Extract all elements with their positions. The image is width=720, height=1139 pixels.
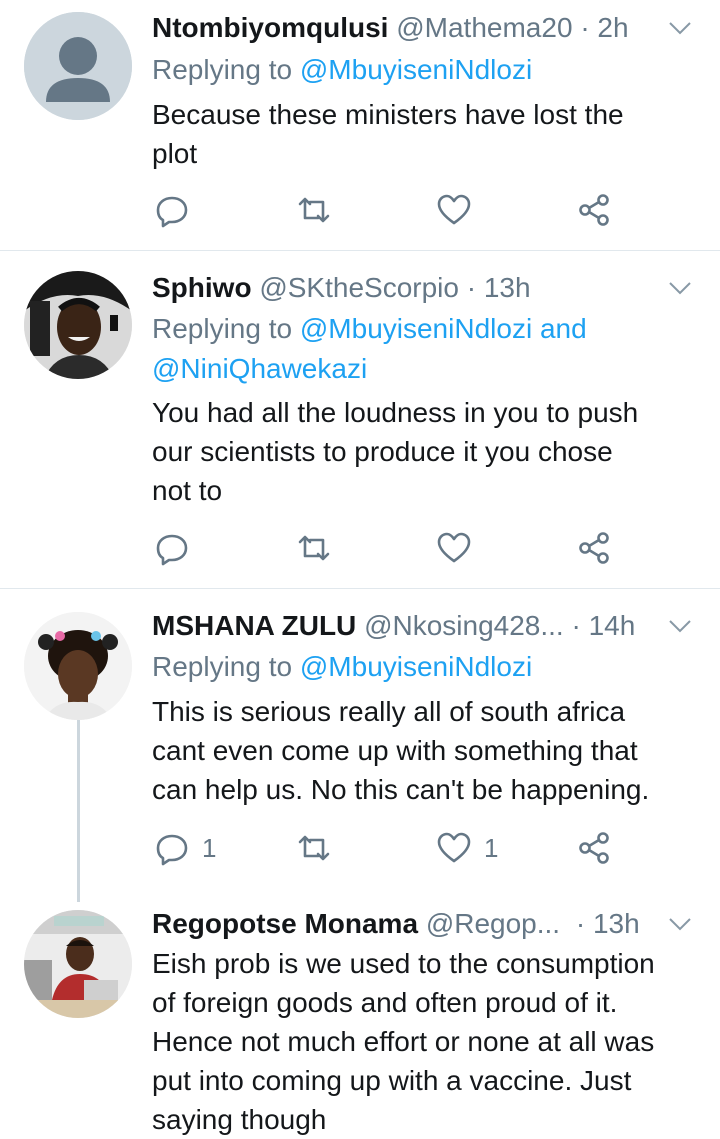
tweet-header: Sphiwo @SKtheScorpio · 13h bbox=[152, 268, 690, 308]
reply-count: 1 bbox=[202, 832, 217, 863]
reply-button[interactable] bbox=[154, 190, 202, 230]
user-handle[interactable]: @Mathema20 bbox=[396, 12, 572, 43]
share-icon bbox=[579, 832, 609, 864]
chevron-down-icon[interactable] bbox=[668, 618, 692, 634]
tweet-text-line: Because these ministers have lost the bbox=[152, 99, 624, 130]
tweet-text-line: put into coming up with a vaccine. Just bbox=[152, 1065, 632, 1096]
heart-icon bbox=[437, 832, 471, 863]
heart-icon bbox=[437, 194, 471, 225]
heart-icon bbox=[437, 532, 471, 563]
action-bar bbox=[152, 190, 632, 230]
like-count: 1 bbox=[484, 832, 499, 863]
replying-to-label: Replying to bbox=[152, 54, 293, 85]
display-name[interactable]: Ntombiyomqulusi bbox=[152, 12, 388, 43]
tweet-text-line: You had all the loudness in you to push bbox=[152, 397, 639, 428]
user-handle[interactable]: @Nkosing428... bbox=[364, 610, 564, 641]
mention-link[interactable]: @MbuyiseniNdlozi bbox=[300, 54, 532, 85]
display-name[interactable]: Sphiwo bbox=[152, 272, 252, 303]
replying-to: Replying to @MbuyiseniNdlozi bbox=[152, 647, 700, 687]
chevron-down-icon[interactable] bbox=[668, 280, 692, 296]
tweet-text-line: of foreign goods and often proud of it. bbox=[152, 987, 618, 1018]
timestamp[interactable]: 13h bbox=[593, 908, 640, 939]
retweet-icon bbox=[298, 197, 330, 223]
display-name[interactable]: MSHANA ZULU bbox=[152, 610, 356, 641]
tweet-text: Eish prob is we used to the consumption … bbox=[152, 944, 700, 1139]
avatar[interactable] bbox=[24, 910, 132, 1018]
separator-dot: · bbox=[575, 908, 586, 939]
share-button[interactable] bbox=[578, 190, 612, 230]
tweet-text-line: can help us. No this can't be happening. bbox=[152, 774, 650, 805]
timestamp[interactable]: 2h bbox=[597, 12, 628, 43]
reply-icon bbox=[156, 196, 188, 228]
mention-link[interactable]: @MbuyiseniNdlozi bbox=[300, 313, 532, 344]
profile-photo bbox=[24, 271, 132, 379]
profile-photo bbox=[24, 910, 132, 1018]
tweet-header: MSHANA ZULU @Nkosing428... · 14h bbox=[152, 606, 690, 646]
default-avatar-icon bbox=[24, 12, 132, 120]
replying-to-label: Replying to bbox=[152, 313, 293, 344]
tweet-divider bbox=[0, 588, 720, 589]
tweet-text: You had all the loudness in you to push … bbox=[152, 393, 700, 510]
share-button[interactable] bbox=[578, 528, 612, 568]
tweet-text-line: Hence not much effort or none at all was bbox=[152, 1026, 655, 1057]
tweet-text-line: plot bbox=[152, 138, 198, 169]
tweet-text-line: Eish prob is we used to the consumption bbox=[152, 948, 655, 979]
replying-to: Replying to @MbuyiseniNdlozi bbox=[152, 50, 700, 90]
tweet-header: Ntombiyomqulusi @Mathema20 · 2h bbox=[152, 8, 690, 48]
separator-dot: · bbox=[571, 610, 581, 641]
retweet-icon bbox=[298, 835, 330, 861]
retweet-button[interactable] bbox=[296, 528, 332, 568]
retweet-icon bbox=[298, 535, 330, 561]
retweet-button[interactable] bbox=[296, 190, 332, 230]
tweet-text: This is serious really all of south afri… bbox=[152, 692, 700, 809]
user-handle[interactable]: @Regop... bbox=[426, 908, 560, 939]
retweet-button[interactable] bbox=[296, 828, 332, 868]
tweet-text-line: This is serious really all of south afri… bbox=[152, 696, 626, 727]
action-bar bbox=[152, 528, 632, 568]
replying-to: Replying to @MbuyiseniNdlozi and @NiniQh… bbox=[152, 309, 700, 389]
chevron-down-icon[interactable] bbox=[668, 20, 692, 36]
user-handle[interactable]: @SKtheScorpio bbox=[259, 272, 459, 303]
reply-icon bbox=[156, 534, 188, 566]
mention-link[interactable]: @NiniQhawekazi bbox=[152, 353, 367, 384]
tweet-text-line: our scientists to produce it you chose bbox=[152, 436, 613, 467]
reply-button[interactable]: 1 bbox=[154, 828, 216, 868]
tweet-text-line: cant even come up with something that bbox=[152, 735, 638, 766]
tweet-text-line: saying though bbox=[152, 1104, 327, 1135]
reply-button[interactable] bbox=[154, 528, 202, 568]
avatar[interactable] bbox=[24, 12, 132, 120]
avatar[interactable] bbox=[24, 612, 132, 720]
chevron-down-icon[interactable] bbox=[668, 916, 692, 932]
separator-dot: · bbox=[466, 272, 477, 303]
avatar[interactable] bbox=[24, 271, 132, 379]
timestamp[interactable]: 13h bbox=[484, 272, 531, 303]
tweet-text: Because these ministers have lost the pl… bbox=[152, 95, 700, 173]
like-button[interactable] bbox=[436, 528, 484, 568]
replying-to-label: Replying to bbox=[152, 651, 293, 682]
share-icon bbox=[579, 532, 609, 564]
share-icon bbox=[579, 194, 609, 226]
timestamp[interactable]: 14h bbox=[589, 610, 636, 641]
like-button[interactable]: 1 bbox=[436, 828, 498, 868]
mention-conjunction: and bbox=[539, 313, 587, 344]
action-bar: 1 1 bbox=[152, 828, 632, 868]
like-button[interactable] bbox=[436, 190, 484, 230]
tweet-header: Regopotse Monama @Regop... · 13h bbox=[152, 904, 690, 944]
mention-link[interactable]: @MbuyiseniNdlozi bbox=[300, 651, 532, 682]
tweet-divider bbox=[0, 250, 720, 251]
share-button[interactable] bbox=[578, 828, 612, 868]
separator-dot: · bbox=[580, 12, 590, 43]
display-name[interactable]: Regopotse Monama bbox=[152, 908, 418, 939]
profile-photo bbox=[24, 612, 132, 720]
reply-icon bbox=[156, 834, 188, 866]
thread-connector bbox=[77, 720, 80, 902]
tweet-text-line: not to bbox=[152, 475, 223, 506]
